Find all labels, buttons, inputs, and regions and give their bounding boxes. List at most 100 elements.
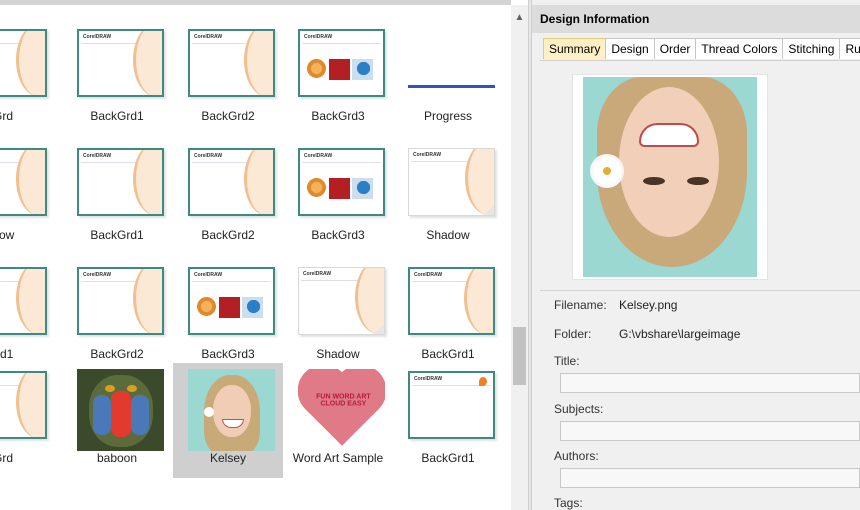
gallery-item[interactable]: CorelDRAW Grd1 [0,259,55,374]
progress-bar [408,85,495,88]
gallery-item[interactable]: CorelDRAW BackGrd2 [173,21,283,136]
gallery-item-label: BackGrd1 [90,228,144,242]
kelsey-part [213,385,251,437]
tab-thread-colors[interactable]: Thread Colors [695,38,784,59]
baboon-part [111,391,131,437]
baboon-thumbnail [77,369,164,451]
gallery-item[interactable]: CorelDRAW kGrd [0,363,55,478]
tab-run-time[interactable]: Run Tim [839,38,860,59]
gallery-item[interactable]: CorelDRAW BackGrd2 [62,259,172,374]
coreldraw-logo: CorelDRAW [83,153,112,159]
background-thumbnail: CorelDRAW [188,29,275,97]
gallery-item-label: BackGrd2 [90,347,144,361]
gallery-item[interactable]: CorelDRAW BackGrd1 [393,259,503,374]
orange-badge-icon [479,377,487,386]
page-curl [374,324,384,334]
tab-order[interactable]: Order [653,38,697,59]
gallery-item[interactable]: CorelDRAW BackGrd3 [173,259,283,374]
gallery-item-label: Shadow [426,228,470,242]
gallery-item[interactable]: CorelDRAW Shadow [283,259,393,374]
background-thumbnail: CorelDRAW [298,148,385,216]
coreldraw-logo: CorelDRAW [304,153,333,159]
page-curl [484,205,494,215]
swoosh-decoration [133,150,162,214]
background-thumbnail: CorelDRAW [0,371,47,439]
background-thumbnail: CorelDRAW [0,267,47,335]
gallery-item-label: Kelsey [209,451,247,465]
gallery-item[interactable]: CorelDRAW BackGrd3 [283,21,393,136]
swoosh-decoration [16,269,45,333]
gallery-item[interactable]: CorelDRAW Shadow [393,140,503,255]
background-thumbnail: CorelDRAW [298,267,385,335]
background-thumbnail: CorelDRAW [408,371,495,439]
gallery-item-label: Shadow [316,347,360,361]
background-thumbnail: CorelDRAW [408,148,495,216]
tags-label: Tags: [554,496,583,510]
swoosh-decoration [16,373,45,437]
design-information-panel: Design Information Summary Design Order Thr… [532,0,860,510]
preview-flower [593,157,621,185]
gallery-item[interactable]: CorelDRAW BackGrd2 [173,140,283,255]
subjects-field[interactable] [560,421,860,441]
gallery-item-label: BackGrd1 [421,347,475,361]
gallery-scrollbar[interactable]: ▲ [511,5,528,510]
gallery-top-border [0,0,511,5]
thumb-icons [196,297,268,319]
baboon-part [131,395,149,435]
scrollbar-thumb[interactable] [513,327,526,385]
background-thumbnail: CorelDRAW [188,148,275,216]
thumb-header-line [192,281,271,282]
coreldraw-logo: CorelDRAW [194,153,223,159]
authors-field[interactable] [560,468,860,488]
blue-swirl-icon [352,59,373,80]
preview-eye-right [687,177,709,185]
gallery-item[interactable]: CorelDRAW BackGrd1 [62,21,172,136]
gallery-item[interactable]: CorelDRAW BackGrd1 [62,140,172,255]
baboon-part [105,385,115,392]
panel-divider [540,290,860,291]
gallery-item[interactable]: CorelDRAW kGrd [0,21,55,136]
heart-shape: FUN WORD ART CLOUD EASY [305,372,379,446]
coreldraw-logo: CorelDRAW [194,272,223,278]
gallery-item-label: Grd1 [0,347,14,361]
tab-design[interactable]: Design [605,38,655,59]
background-thumbnail: CorelDRAW [408,267,495,335]
scroll-up-icon[interactable]: ▲ [511,11,528,25]
title-label: Title: [554,354,580,368]
gallery-item[interactable]: Kelsey [173,363,283,478]
filename-value: Kelsey.png [619,298,678,312]
coreldraw-logo: CorelDRAW [414,376,443,382]
gallery-item[interactable]: Progress [393,21,503,136]
title-field[interactable] [560,373,860,393]
blue-swirl-icon [352,178,373,199]
kelsey-part [204,407,214,417]
swoosh-decoration [133,269,162,333]
coreldraw-logo: CorelDRAW [83,34,112,40]
preview-image [583,77,757,277]
wordart-thumbnail: FUN WORD ART CLOUD EASY [298,369,385,451]
gallery-item[interactable]: FUN WORD ART CLOUD EASY Word Art Sample [283,363,393,478]
coreldraw-logo: CorelDRAW [414,272,443,278]
gallery-item-label: BackGrd3 [311,109,365,123]
lion-icon [196,297,217,318]
background-thumbnail: CorelDRAW [77,29,164,97]
gallery-item[interactable]: CorelDRAW BackGrd3 [283,140,393,255]
preview-eye-left [643,177,665,185]
tab-stitching[interactable]: Stitching [782,38,841,59]
red-arrow-icon [329,59,350,80]
gallery-item[interactable]: CorelDRAW BackGrd1 [393,363,503,478]
preview-mouth [639,123,699,147]
background-thumbnail: CorelDRAW [298,29,385,97]
gallery-item[interactable]: CorelDRAW adow [0,140,55,255]
tab-summary[interactable]: Summary [543,38,607,59]
kelsey-thumbnail [188,369,275,451]
preview-face [619,87,719,237]
coreldraw-logo: CorelDRAW [304,34,333,40]
swoosh-decoration [464,269,493,333]
gallery-item[interactable]: baboon [62,363,172,478]
thumb-icons [306,59,378,81]
background-thumbnail: CorelDRAW [188,267,275,335]
red-arrow-icon [329,178,350,199]
coreldraw-logo: CorelDRAW [83,272,112,278]
thumb-header-line [302,162,381,163]
